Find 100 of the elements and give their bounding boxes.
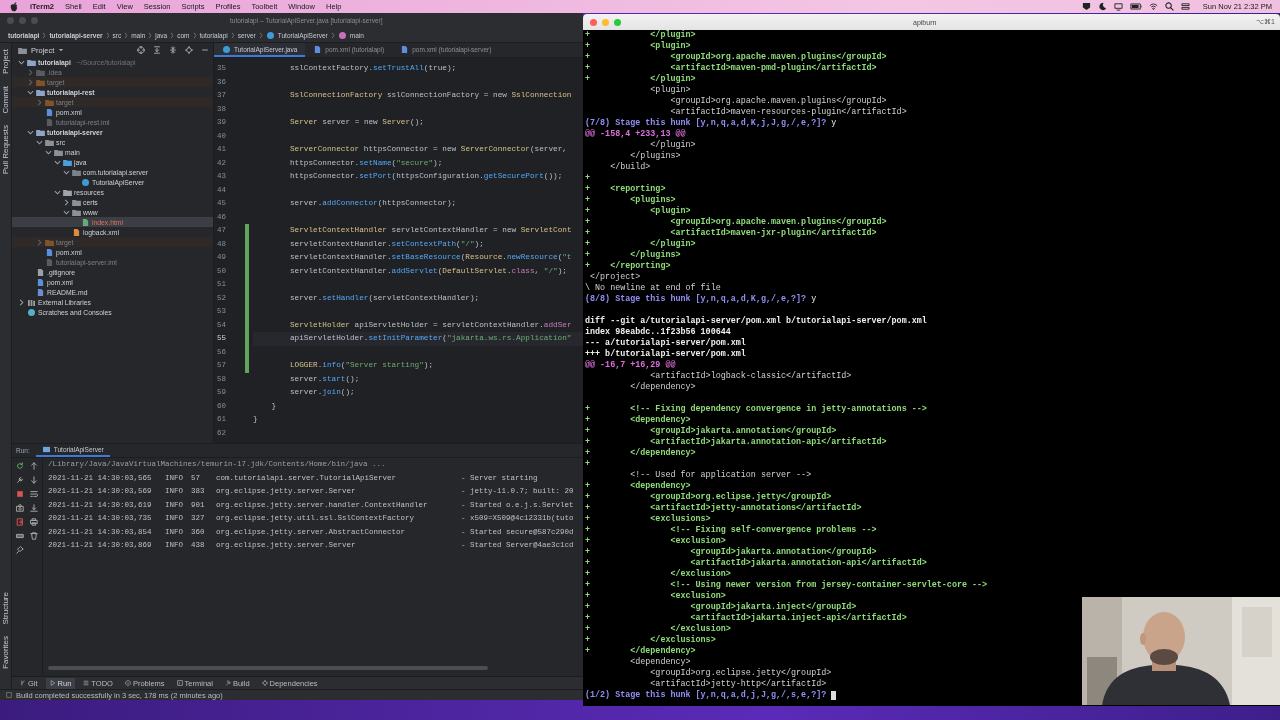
chevron-icon[interactable] <box>63 198 70 206</box>
terminal-line: + <groupId>jakarta.annotation</groupId> <box>584 426 838 437</box>
terminal-line: <groupId>org.apache.maven.plugins</groupId> <box>669 96 888 107</box>
minimize-icon[interactable] <box>201 46 209 54</box>
tool-icon <box>176 680 183 687</box>
chevron-icon <box>124 31 129 39</box>
chevron-icon <box>230 31 235 39</box>
chevron-icon[interactable] <box>27 128 34 136</box>
terminal-line: + <dependency> <box>584 481 692 492</box>
terminal-line: + <!-- Fixing dependency convergence in jetty-annotations --> <box>584 404 928 415</box>
chevron-icon[interactable] <box>18 298 25 306</box>
terminal-line: + </plugin> <box>584 239 697 250</box>
terminal-line: + <artifactId>jakarta.inject-api</artifactId> <box>584 613 908 624</box>
layout-icon[interactable] <box>16 532 24 541</box>
library-icon <box>27 298 36 306</box>
wifi-icon[interactable] <box>1148 2 1158 11</box>
folder-icon <box>45 238 54 246</box>
chevron-icon[interactable] <box>36 138 43 146</box>
tool-icon <box>20 680 26 687</box>
file-icon <box>313 45 323 53</box>
chevron-icon[interactable] <box>45 148 52 156</box>
side-tab[interactable]: Project <box>1 49 10 74</box>
terminal-line: </build> <box>609 162 652 173</box>
shield-icon[interactable] <box>1081 2 1091 11</box>
terminal-line: +++ b/tutorialapi-server/pom.xml <box>584 349 747 360</box>
caret-icon[interactable] <box>58 48 65 52</box>
chevron-icon <box>170 31 175 39</box>
control-center-icon[interactable] <box>1180 2 1190 11</box>
chevron-icon <box>148 31 153 39</box>
terminal-line: @@ -16,7 +16,29 @@ <box>584 360 677 371</box>
side-tab[interactable]: Structure <box>1 591 10 625</box>
close-button[interactable] <box>590 18 597 26</box>
terminal-line: + <groupId>jakarta.inject</groupId> <box>584 602 858 613</box>
terminal-line: + <artifactId>maven-jxr-plugin</artifactId> <box>584 228 878 239</box>
battery-icon[interactable] <box>1129 2 1142 11</box>
wrap-icon[interactable] <box>30 490 38 499</box>
chevron-icon <box>330 31 335 39</box>
terminal-line: + <reporting> <box>584 184 667 195</box>
terminal-line: + <plugin> <box>584 206 692 217</box>
terminal-line: + <!-- Using newer version from jersey-container-servlet-core --> <box>584 580 989 591</box>
scrollbar[interactable] <box>48 666 488 671</box>
rerun-icon[interactable] <box>16 462 24 471</box>
terminal-line: + </dependency> <box>584 448 697 459</box>
scroll-end-icon[interactable] <box>30 504 38 513</box>
terminal-line: + </plugins> <box>584 250 682 261</box>
chevron-icon[interactable] <box>63 208 70 216</box>
wrench-icon[interactable] <box>16 476 24 485</box>
terminal-line: + <box>584 459 592 470</box>
terminal-line: + <!-- Fixing self-convergence problems --> <box>584 525 878 536</box>
stop-icon[interactable] <box>16 490 24 499</box>
terminal-line: <artifactId>jetty-http</artifactId> <box>649 679 828 690</box>
trash-icon[interactable] <box>30 532 38 541</box>
terminal-line: <artifactId>logback-classic</artifactId> <box>649 371 853 382</box>
collapse-icon[interactable] <box>169 46 177 54</box>
arrow-up-icon[interactable] <box>30 462 38 471</box>
terminal-line: diff --git a/tutorialapi-server/pom.xml b/tutorialapi-server/pom.xml <box>584 316 928 327</box>
terminal-line: @@ -158,4 +233,13 @@ <box>584 129 687 140</box>
chevron-icon[interactable] <box>18 58 25 66</box>
chevron-icon[interactable] <box>54 158 61 166</box>
layout-icon[interactable] <box>6 692 12 698</box>
terminal-line: + <artifactId>jakarta.annotation-api</artifactId> <box>584 558 928 569</box>
exit-icon[interactable] <box>16 518 24 527</box>
chevron-icon[interactable] <box>27 88 34 96</box>
chevron-icon[interactable] <box>63 168 70 176</box>
terminal-line: + <groupId>jakarta.annotation</groupId> <box>584 547 878 558</box>
terminal-line: + <dependency> <box>584 415 692 426</box>
side-tab[interactable]: Favorites <box>1 636 10 669</box>
settings-icon[interactable] <box>185 46 193 54</box>
prompt-text: (7/8) Stage this hunk [y,n,q,a,d,K,j,J,g,/,e,?]? <box>585 118 827 129</box>
tool-icon <box>83 680 90 687</box>
chevron-icon[interactable] <box>54 188 61 196</box>
camera-icon[interactable] <box>16 504 24 513</box>
terminal-line: + </exclusion> <box>584 569 732 580</box>
terminal-line: + <exclusions> <box>584 514 712 525</box>
side-tab[interactable]: Commit <box>1 85 10 114</box>
pin-icon[interactable] <box>16 546 24 555</box>
file-icon <box>400 45 410 53</box>
display-icon[interactable] <box>1113 2 1123 11</box>
terminal-line: + <plugin> <box>584 41 692 52</box>
terminal-line: + <exclusion> <box>584 591 727 602</box>
terminal-line: + <box>584 173 592 184</box>
side-tab[interactable]: Pull Requests <box>1 125 10 175</box>
terminal-line: + <groupId>org.apache.maven.plugins</groupId> <box>584 52 888 63</box>
terminal-line: index 98eabdc..1f23b56 100644 <box>584 327 732 338</box>
moon-icon[interactable] <box>1097 2 1107 11</box>
print-icon[interactable] <box>30 518 38 527</box>
apple-icon[interactable] <box>10 1 18 12</box>
terminal-line: + <exclusion> <box>584 536 727 547</box>
terminal-line: + <artifactId>jetty-annotations</artifactId> <box>584 503 863 514</box>
terminal-line: + </dependency> <box>584 646 697 657</box>
target-icon[interactable] <box>137 46 145 54</box>
chevron-icon <box>192 31 197 39</box>
terminal-line: + <groupId>org.apache.maven.plugins</groupId> <box>584 217 888 228</box>
tool-icon <box>224 680 231 687</box>
terminal-line: <dependency> <box>629 657 692 668</box>
terminal-line: </project> <box>589 272 642 283</box>
tool-icon <box>261 680 268 687</box>
arrow-down-icon[interactable] <box>30 476 38 485</box>
expand-icon[interactable] <box>153 46 161 54</box>
search-icon[interactable] <box>1164 2 1174 11</box>
